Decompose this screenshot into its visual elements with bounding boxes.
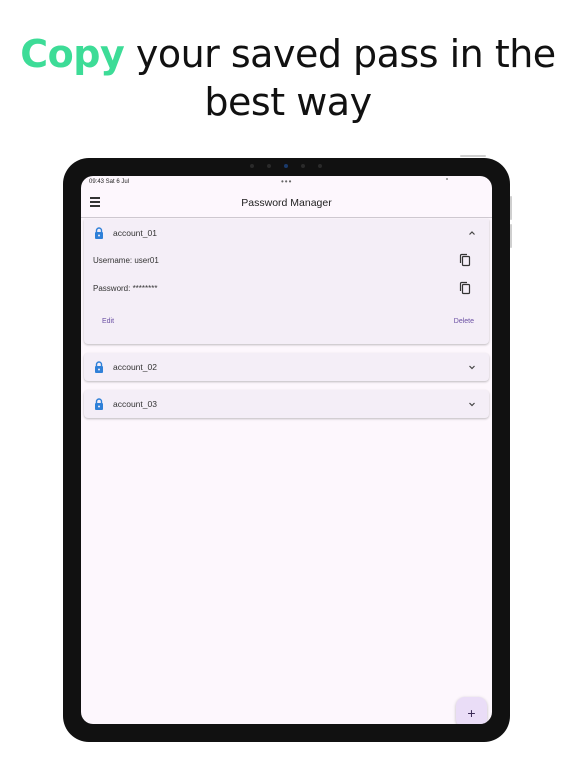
tablet-top-button xyxy=(460,155,486,157)
promo-headline: Copy your saved pass in the best way xyxy=(0,30,576,126)
copy-icon[interactable] xyxy=(458,253,472,267)
username-text: Username: user01 xyxy=(93,256,159,265)
lock-icon xyxy=(95,227,103,239)
account-card-header[interactable]: account_01 xyxy=(84,219,489,247)
tablet-screen: 09:43 Sat 6 Jul ••• Password Manager acc… xyxy=(81,176,492,724)
headline-line1: Copy your saved pass in the xyxy=(0,30,576,78)
chevron-up-icon[interactable] xyxy=(467,228,477,238)
status-bar: 09:43 Sat 6 Jul ••• xyxy=(81,176,492,190)
status-time: 09:43 Sat 6 Jul xyxy=(89,179,130,185)
tablet-volume-down-button xyxy=(510,224,512,248)
tablet-camera-bar xyxy=(250,163,322,169)
sensor-dot xyxy=(250,164,254,168)
headline-accent-word: Copy xyxy=(20,32,125,76)
copy-icon[interactable] xyxy=(458,281,472,295)
sensor-dot xyxy=(301,164,305,168)
sensor-dot xyxy=(318,164,322,168)
username-row: Username: user01 xyxy=(84,252,489,272)
headline-line2: best way xyxy=(204,80,372,124)
lock-icon xyxy=(95,361,103,373)
account-card-collapsed[interactable]: account_03 xyxy=(84,390,489,418)
password-row: Password: ******** xyxy=(84,280,489,300)
camera-lens xyxy=(284,164,288,168)
sensor-dot xyxy=(267,164,271,168)
tablet-volume-up-button xyxy=(510,196,512,220)
headline-line1-rest: your saved pass in the xyxy=(124,32,556,76)
account-name: account_03 xyxy=(113,399,157,409)
account-card-collapsed[interactable]: account_02 xyxy=(84,353,489,381)
account-card-header[interactable]: account_02 xyxy=(84,353,489,381)
multitasking-dots[interactable]: ••• xyxy=(281,177,292,186)
app-title: Password Manager xyxy=(241,197,332,209)
chevron-down-icon[interactable] xyxy=(467,399,477,409)
password-text: Password: ******** xyxy=(93,284,158,293)
status-indicator xyxy=(446,178,448,180)
app-bar: Password Manager xyxy=(81,190,492,218)
add-account-button[interactable]: + xyxy=(456,697,487,724)
account-card-header[interactable]: account_03 xyxy=(84,390,489,418)
account-name: account_01 xyxy=(113,228,157,238)
chevron-down-icon[interactable] xyxy=(467,362,477,372)
edit-button[interactable]: Edit xyxy=(102,318,114,325)
account-name: account_02 xyxy=(113,362,157,372)
delete-button[interactable]: Delete xyxy=(454,318,474,325)
lock-icon xyxy=(95,398,103,410)
account-card-expanded: account_01 Username: user01 Password: **… xyxy=(84,219,489,344)
